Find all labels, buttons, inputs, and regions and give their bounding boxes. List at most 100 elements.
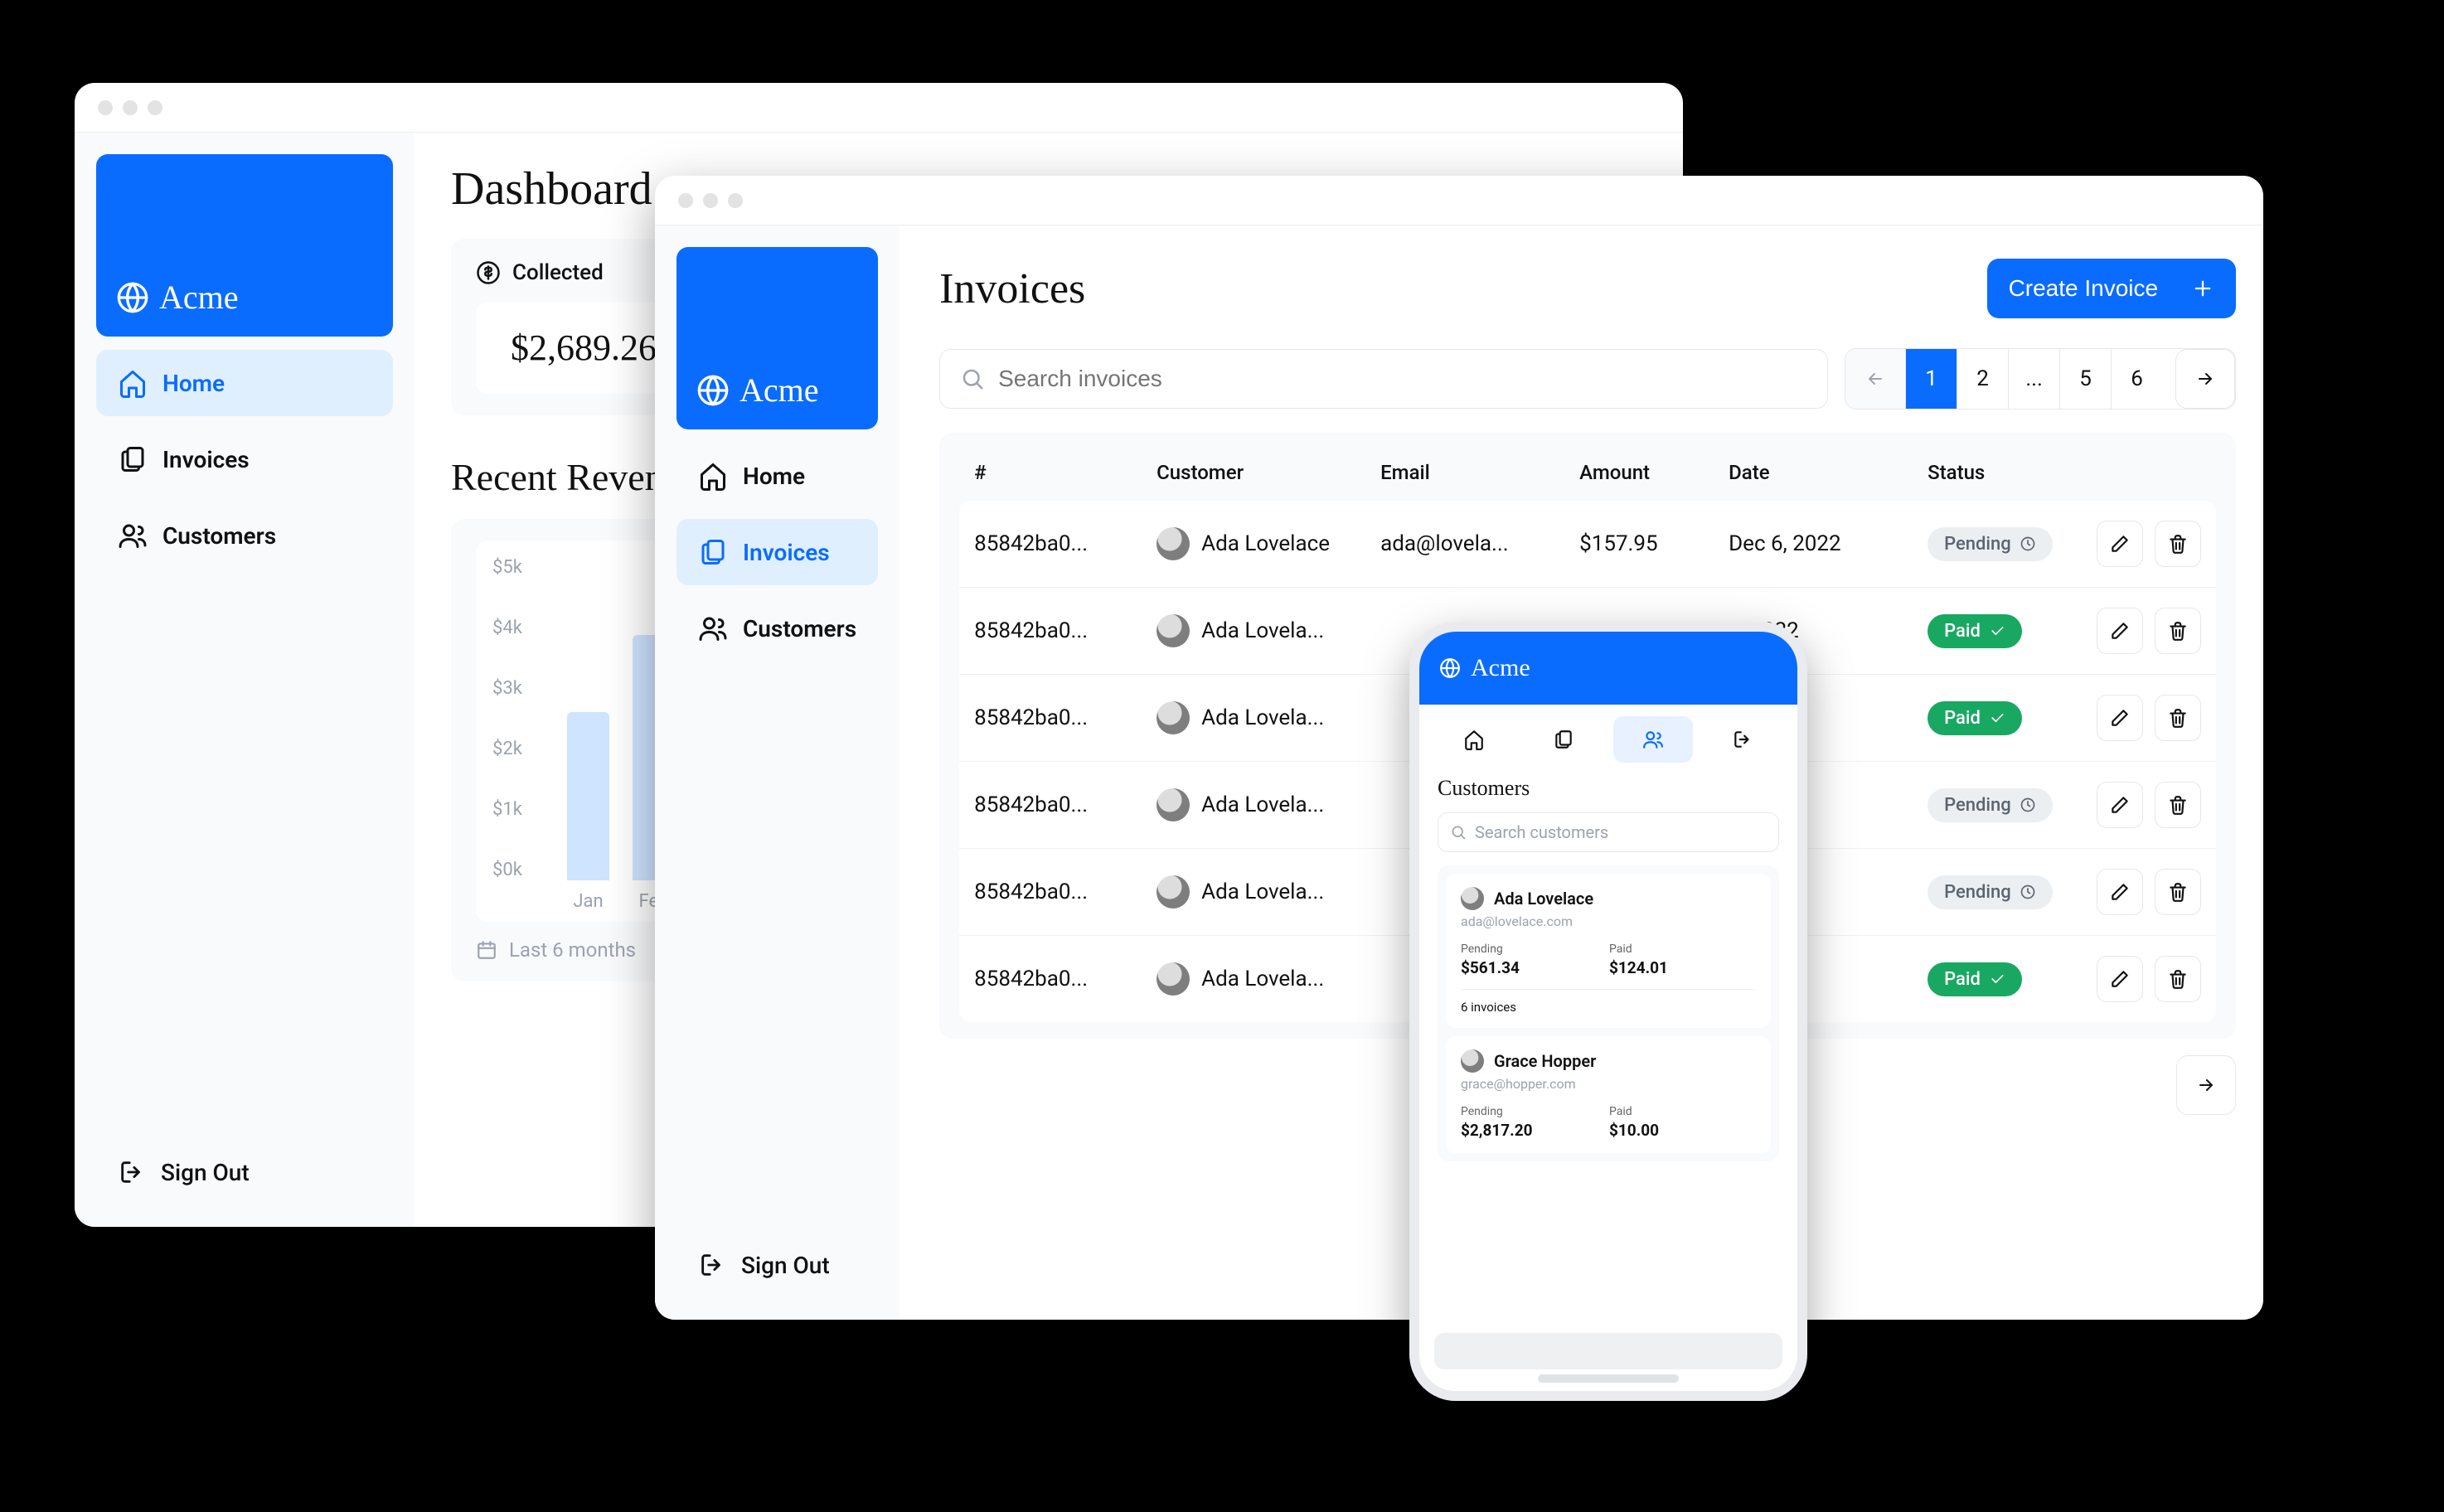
globe-icon xyxy=(1439,657,1461,679)
next-page-button[interactable] xyxy=(2176,1055,2236,1115)
window-control-dot[interactable] xyxy=(678,193,693,208)
arrow-right-icon xyxy=(2196,1075,2216,1095)
avatar xyxy=(1157,701,1190,734)
avatar xyxy=(1461,887,1484,910)
customer-card[interactable]: Grace Hoppergrace@hopper.comPending$2,81… xyxy=(1446,1036,1771,1153)
page-number[interactable]: 1 xyxy=(1905,349,1957,409)
status-badge: Paid xyxy=(1928,701,2022,735)
status-badge: Paid xyxy=(1928,962,2022,996)
edit-button[interactable] xyxy=(2097,869,2143,915)
create-invoice-button[interactable]: Create Invoice xyxy=(1987,259,2237,318)
customer-list: Ada Lovelaceada@lovelace.comPending$561.… xyxy=(1438,865,1779,1161)
signout-icon xyxy=(698,1251,726,1279)
avatar xyxy=(1157,614,1190,647)
search-customers[interactable]: Search customers xyxy=(1438,812,1779,852)
signout-button[interactable]: Sign Out xyxy=(96,1139,393,1205)
table-row: 85842ba0...Ada Lovelaceada@lovela...$157… xyxy=(959,501,2216,587)
document-duplicate-icon xyxy=(1553,729,1574,750)
check-icon xyxy=(1989,971,2005,987)
row-actions xyxy=(2068,521,2201,567)
collected-label: Collected xyxy=(512,260,604,285)
delete-button[interactable] xyxy=(2155,956,2201,1002)
search-placeholder: Search customers xyxy=(1475,822,1608,842)
delete-button[interactable] xyxy=(2155,521,2201,567)
invoice-id: 85842ba0... xyxy=(974,792,1148,817)
edit-button[interactable] xyxy=(2097,695,2143,741)
window-control-dot[interactable] xyxy=(703,193,718,208)
document-duplicate-icon xyxy=(118,444,148,474)
page-number[interactable]: 6 xyxy=(2111,349,2162,409)
window-control-dot[interactable] xyxy=(98,100,113,115)
amount-cell: $157.95 xyxy=(1579,531,1720,556)
customer-name: Grace Hopper xyxy=(1494,1051,1596,1071)
col-date: Date xyxy=(1729,461,1919,484)
window-titlebar xyxy=(75,83,1683,133)
pending-label: Pending xyxy=(1461,1105,1608,1118)
trash-icon xyxy=(2167,881,2189,903)
nav-customers[interactable] xyxy=(1613,716,1693,763)
col-customer: Customer xyxy=(1157,461,1372,484)
check-icon xyxy=(1989,623,2005,639)
delete-button[interactable] xyxy=(2155,869,2201,915)
sidebar-item-customers[interactable]: Customers xyxy=(96,502,393,569)
delete-button[interactable] xyxy=(2155,608,2201,654)
edit-button[interactable] xyxy=(2097,782,2143,828)
paid-value: $124.01 xyxy=(1609,958,1756,977)
sidebar: Acme Home Invoices Customers xyxy=(75,133,415,1227)
sidebar-item-customers[interactable]: Customers xyxy=(676,595,878,662)
signout-button[interactable]: Sign Out xyxy=(676,1232,878,1298)
edit-button[interactable] xyxy=(2097,608,2143,654)
invoice-count: 6 invoices xyxy=(1461,989,1756,1015)
nav-invoices[interactable] xyxy=(1524,716,1603,763)
search-input[interactable] xyxy=(998,366,1807,392)
customer-name: Ada Lovelace xyxy=(1494,889,1593,909)
trash-icon xyxy=(2167,620,2189,642)
row-actions xyxy=(2068,695,2201,741)
customer-cell: Ada Lovelace xyxy=(1157,527,1372,560)
globe-icon xyxy=(696,374,730,407)
search-invoices[interactable] xyxy=(939,349,1828,409)
sidebar-item-label: Customers xyxy=(743,615,856,642)
users-icon xyxy=(698,613,728,643)
customer-card[interactable]: Ada Lovelaceada@lovelace.comPending$561.… xyxy=(1446,874,1771,1028)
customer-cell: Ada Lovela... xyxy=(1157,701,1372,734)
clock-icon xyxy=(2020,797,2036,813)
page-number[interactable]: 2 xyxy=(1957,349,2008,409)
status-badge: Pending xyxy=(1928,527,2053,561)
edit-button[interactable] xyxy=(2097,956,2143,1002)
window-control-dot[interactable] xyxy=(728,193,743,208)
nav-home[interactable] xyxy=(1434,716,1514,763)
nav-signout[interactable] xyxy=(1703,716,1782,763)
sidebar-item-invoices[interactable]: Invoices xyxy=(96,426,393,492)
avatar xyxy=(1157,788,1190,821)
page-number[interactable]: 5 xyxy=(2059,349,2111,409)
row-actions xyxy=(2068,869,2201,915)
delete-button[interactable] xyxy=(2155,695,2201,741)
brand-name: Acme xyxy=(740,371,819,410)
chart-bar xyxy=(567,712,609,880)
page-next[interactable] xyxy=(2175,349,2235,409)
invoice-id: 85842ba0... xyxy=(974,618,1148,643)
status-cell: Pending xyxy=(1928,788,2060,822)
customer-email: ada@lovelace.com xyxy=(1461,914,1756,929)
signout-icon xyxy=(1732,729,1753,750)
delete-button[interactable] xyxy=(2155,782,2201,828)
sidebar-item-home[interactable]: Home xyxy=(96,350,393,416)
users-icon xyxy=(118,521,148,550)
window-control-dot[interactable] xyxy=(123,100,138,115)
edit-button[interactable] xyxy=(2097,521,2143,567)
email-cell: ada@lovela... xyxy=(1380,531,1571,556)
sidebar-item-home[interactable]: Home xyxy=(676,443,878,509)
edit-icon xyxy=(2109,881,2131,903)
signout-label: Sign Out xyxy=(741,1252,830,1279)
page-title: Invoices xyxy=(939,264,1085,313)
customer-name: Ada Lovela... xyxy=(1201,618,1324,643)
col-status: Status xyxy=(1928,461,2060,484)
window-control-dot[interactable] xyxy=(148,100,162,115)
users-icon xyxy=(1642,729,1664,750)
sidebar-item-invoices[interactable]: Invoices xyxy=(676,519,878,585)
page-prev[interactable] xyxy=(1845,349,1905,409)
status-cell: Pending xyxy=(1928,527,2060,561)
sidebar: Acme Home Invoices Customers xyxy=(655,225,900,1320)
edit-icon xyxy=(2109,620,2131,642)
